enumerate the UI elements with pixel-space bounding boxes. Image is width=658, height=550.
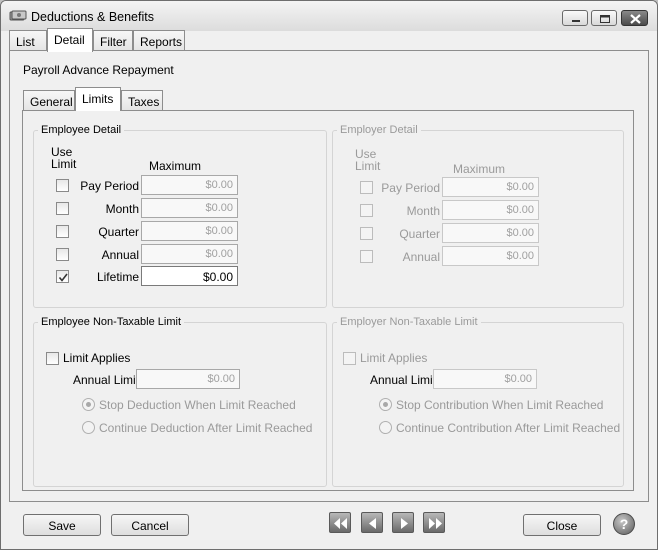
- tab-filter[interactable]: Filter: [93, 30, 133, 52]
- deductions-benefits-window: Deductions & Benefits List Detail Filter…: [0, 0, 658, 550]
- last-record-button[interactable]: [423, 512, 445, 533]
- er-month-label: Month: [406, 204, 440, 218]
- emp-annual-field[interactable]: $0.00: [141, 244, 238, 264]
- first-icon: [334, 518, 347, 529]
- next-record-button[interactable]: [392, 512, 414, 533]
- previous-icon: [369, 518, 376, 529]
- previous-record-button[interactable]: [361, 512, 383, 533]
- er-pay-period-field[interactable]: $0.00: [442, 177, 539, 197]
- close-button[interactable]: Close: [523, 514, 601, 536]
- save-button[interactable]: Save: [23, 514, 101, 536]
- cancel-button[interactable]: Cancel: [111, 514, 189, 536]
- help-icon[interactable]: ?: [613, 513, 635, 535]
- tab-limits-label: Limits: [82, 92, 114, 106]
- tab-taxes[interactable]: Taxes: [121, 90, 163, 112]
- emp-stop-deduction-radio[interactable]: [82, 398, 95, 411]
- er-limit-applies-checkbox[interactable]: [343, 352, 356, 365]
- emp-limit-applies-checkbox[interactable]: [46, 352, 59, 365]
- tab-limits[interactable]: Limits: [75, 87, 121, 111]
- emp-limit-applies-label: Limit Applies: [63, 351, 131, 365]
- er-use-limit-header-2: Limit: [355, 159, 381, 173]
- next-icon: [401, 518, 408, 529]
- tab-filter-label: Filter: [100, 35, 127, 49]
- tab-reports[interactable]: Reports: [133, 30, 185, 52]
- emp-maximum-header: Maximum: [149, 159, 202, 173]
- tab-taxes-label: Taxes: [128, 95, 160, 109]
- radio-dot-icon: [86, 402, 91, 407]
- emp-continue-deduction-label: Continue Deduction After Limit Reached: [99, 421, 313, 435]
- er-annual-label: Annual: [402, 250, 440, 264]
- er-limit-applies-label: Limit Applies: [360, 351, 428, 365]
- tab-list-label: List: [16, 35, 35, 49]
- emp-lifetime-label: Lifetime: [96, 270, 139, 284]
- window-title: Deductions & Benefits: [31, 10, 154, 24]
- title-bar: Deductions & Benefits: [1, 1, 657, 31]
- er-quarter-label: Quarter: [399, 227, 440, 241]
- er-stop-contribution-label: Stop Contribution When Limit Reached: [396, 398, 604, 412]
- er-continue-contribution-label: Continue Contribution After Limit Reache…: [396, 421, 621, 435]
- emp-month-field[interactable]: $0.00: [141, 198, 238, 218]
- emp-annual-limit-label: Annual Limit: [73, 373, 140, 387]
- last-icon: [429, 518, 442, 529]
- er-quarter-field[interactable]: $0.00: [442, 223, 539, 243]
- emp-lifetime-field[interactable]: $0.00: [141, 266, 238, 286]
- emp-annual-label: Annual: [101, 248, 139, 262]
- er-month-field[interactable]: $0.00: [442, 200, 539, 220]
- er-stop-contribution-radio[interactable]: [379, 398, 392, 411]
- record-title: Payroll Advance Repayment: [23, 63, 174, 77]
- er-annual-limit-label: Annual Limit: [370, 373, 437, 387]
- emp-use-limit-header-2: Limit: [51, 157, 77, 171]
- er-pay-period-label: Pay Period: [381, 181, 440, 195]
- tab-detail[interactable]: Detail: [47, 28, 93, 52]
- emp-quarter-label: Quarter: [98, 225, 139, 239]
- emp-annual-limit-field[interactable]: $0.00: [136, 369, 240, 389]
- minimize-button[interactable]: [562, 10, 588, 26]
- first-record-button[interactable]: [329, 512, 351, 533]
- employee-detail-title: Employee Detail: [38, 124, 125, 136]
- radio-dot-icon: [383, 402, 388, 407]
- employer-nontaxable-title: Employer Non-Taxable Limit: [337, 316, 481, 328]
- emp-month-label: Month: [105, 202, 139, 216]
- er-maximum-header: Maximum: [453, 162, 506, 176]
- tab-list[interactable]: List: [9, 30, 47, 52]
- tab-general-label: General: [30, 95, 73, 109]
- emp-quarter-field[interactable]: $0.00: [141, 221, 238, 241]
- close-window-button[interactable]: [621, 10, 648, 26]
- emp-pay-period-field[interactable]: $0.00: [141, 175, 238, 195]
- restore-icon: [600, 15, 610, 23]
- er-annual-field[interactable]: $0.00: [442, 246, 539, 266]
- minimize-icon: [572, 20, 580, 22]
- money-icon: [9, 10, 27, 22]
- emp-pay-period-label: Pay Period: [80, 179, 139, 193]
- er-continue-contribution-radio[interactable]: [379, 421, 392, 434]
- employer-detail-title: Employer Detail: [337, 124, 421, 136]
- tab-general[interactable]: General: [23, 90, 75, 112]
- tab-detail-label: Detail: [54, 33, 85, 47]
- emp-continue-deduction-radio[interactable]: [82, 421, 95, 434]
- tab-reports-label: Reports: [140, 35, 183, 49]
- employee-nontaxable-title: Employee Non-Taxable Limit: [38, 316, 185, 328]
- close-icon: [630, 14, 641, 24]
- emp-stop-deduction-label: Stop Deduction When Limit Reached: [99, 398, 296, 412]
- maximize-button[interactable]: [591, 10, 617, 26]
- er-annual-limit-field[interactable]: $0.00: [433, 369, 537, 389]
